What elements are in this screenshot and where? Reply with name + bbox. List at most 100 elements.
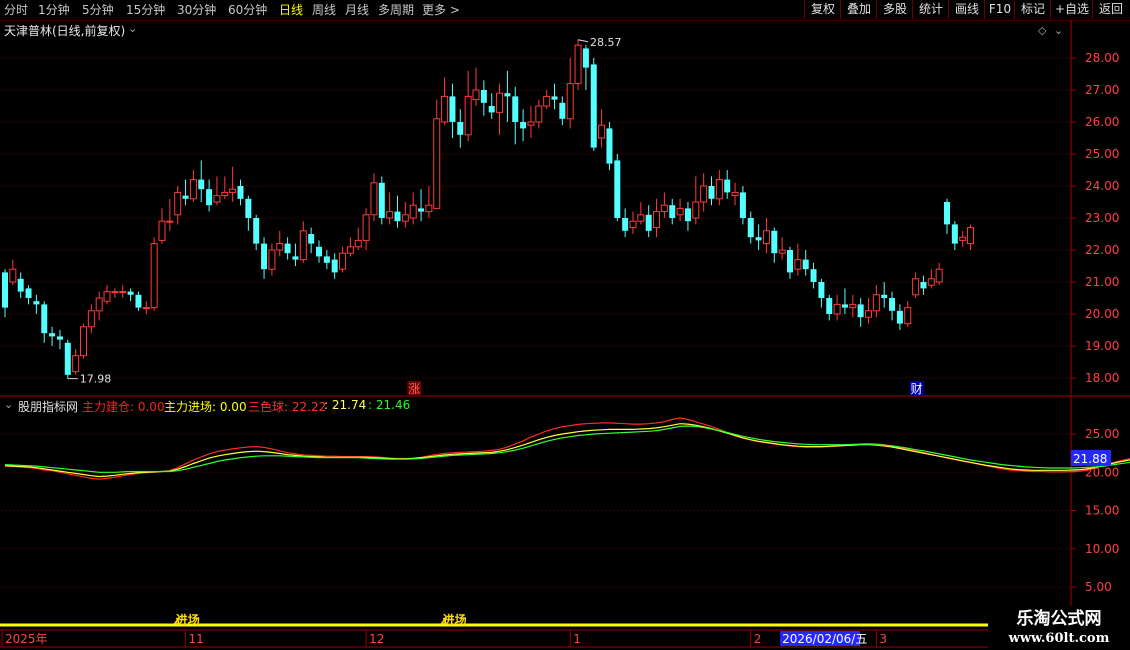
candle-body-down [308, 234, 315, 244]
multi-stock-button[interactable]: 多股 [876, 0, 913, 19]
candle-body-down [17, 278, 24, 292]
f10-button[interactable]: F10 [984, 0, 1015, 19]
fuquan-button[interactable]: 复权 [804, 0, 841, 19]
candle-body-up [660, 204, 668, 213]
candle-body-down [708, 186, 715, 199]
candle-body-up [464, 95, 472, 136]
y-tick-label: 20.00 [1085, 307, 1119, 321]
candle-body-down [951, 224, 958, 244]
candle-body-up [927, 278, 935, 286]
candle-body-up [872, 294, 880, 312]
candle-body-up [174, 191, 182, 216]
candle-body-up [362, 214, 370, 241]
candle-body-up [354, 239, 362, 248]
draw-line-button[interactable]: 画线 [948, 0, 985, 19]
candle-body-up [409, 204, 417, 219]
candle-body-down [747, 218, 754, 238]
date-tick-label: 12 [369, 632, 384, 646]
candle-body-up [103, 291, 111, 302]
candle-body-up [472, 89, 480, 101]
candle-body-up [213, 195, 221, 203]
statistics-button[interactable]: 统计 [912, 0, 949, 19]
tab-1min[interactable]: 1分钟 [38, 2, 70, 18]
candle-body-up [72, 355, 80, 373]
event-marker-label: 涨 [408, 381, 420, 396]
candle-body-down [582, 48, 589, 68]
candle-body-up [912, 278, 920, 296]
candle-body-down [41, 304, 48, 334]
high-price-label: 28.57 [590, 36, 622, 49]
candle-body-down [261, 243, 268, 270]
candle-body-up [543, 95, 551, 107]
high-price-pointer [577, 39, 589, 43]
tab-weekly[interactable]: 周线 [312, 2, 336, 18]
candle-body-up [401, 214, 409, 222]
tab-30min[interactable]: 30分钟 [177, 2, 216, 18]
tab-more[interactable]: 更多 > [422, 2, 460, 18]
candle-body-up [268, 249, 276, 270]
candle-body-up [527, 121, 535, 126]
kline-chart[interactable]: 28.0027.0026.0025.0024.0023.0022.0021.00… [0, 20, 1130, 650]
candle-body-up [142, 307, 150, 310]
candle-body-up [150, 243, 158, 309]
candle-body-down [614, 160, 621, 218]
overlay-button[interactable]: 叠加 [840, 0, 877, 19]
tab-5min[interactable]: 5分钟 [82, 2, 114, 18]
candle-body-up [833, 303, 841, 315]
candle-body-up [111, 291, 119, 294]
candle-body-up [535, 105, 543, 123]
candle-body-up [229, 188, 237, 193]
candle-body-up [87, 310, 95, 328]
y-tick-label: 18.00 [1085, 371, 1119, 385]
candle-body-down [559, 102, 566, 119]
candle-body-up [158, 220, 166, 241]
date-tick-label: 3 [879, 632, 887, 646]
candle-body-down [245, 198, 252, 218]
candle-body-up [276, 243, 284, 251]
candle-body-down [944, 202, 950, 225]
candle-body-down [292, 256, 299, 260]
candle-body-down [889, 298, 896, 311]
candle-body-down [504, 93, 511, 97]
candle-body-down [33, 301, 40, 305]
y-tick-label: 5.00 [1085, 580, 1112, 594]
y-tick-label: 10.00 [1085, 542, 1119, 556]
candle-body-up [441, 95, 449, 123]
candle-body-up [119, 291, 127, 294]
candle-body-up [778, 249, 786, 254]
candle-body-up [700, 185, 708, 203]
candle-body-up [221, 191, 229, 197]
candle-body-up [9, 268, 17, 283]
candle-body-down [551, 96, 558, 100]
candle-body-down [253, 218, 260, 244]
date-tick-label: 2025年 [5, 632, 48, 646]
tab-fenshi[interactable]: 分时 [4, 2, 28, 18]
y-tick-label: 25.00 [1085, 147, 1119, 161]
tab-monthly[interactable]: 月线 [345, 2, 369, 18]
candle-body-down [787, 250, 793, 273]
candle-body-down [512, 96, 519, 122]
candle-body-down [920, 282, 927, 289]
y-tick-label: 23.00 [1085, 211, 1119, 225]
candle-body-up [904, 307, 912, 325]
candle-body-up [496, 92, 504, 113]
tab-daily[interactable]: 日线 [279, 2, 303, 18]
candle-body-down [590, 64, 597, 148]
mark-button[interactable]: 标记 [1014, 0, 1051, 19]
current-value-label: 21.88 [1073, 452, 1107, 466]
back-button[interactable]: 返回 [1092, 0, 1129, 19]
candle-body-down [206, 189, 213, 206]
add-watchlist-button[interactable]: +自选 [1050, 0, 1093, 19]
tab-multi-period[interactable]: 多周期 [378, 2, 414, 18]
date-tick-label: 1 [573, 632, 581, 646]
candle-body-down [724, 179, 731, 193]
tab-60min[interactable]: 60分钟 [228, 2, 267, 18]
candle-body-down [418, 208, 425, 212]
date-tick-label: 11 [189, 632, 204, 646]
candle-body-down [49, 333, 56, 337]
tab-15min[interactable]: 15分钟 [126, 2, 165, 18]
y-tick-label: 25.00 [1085, 427, 1119, 441]
y-tick-label: 24.00 [1085, 179, 1119, 193]
candle-body-up [959, 236, 967, 241]
candle-body-up [346, 246, 354, 254]
